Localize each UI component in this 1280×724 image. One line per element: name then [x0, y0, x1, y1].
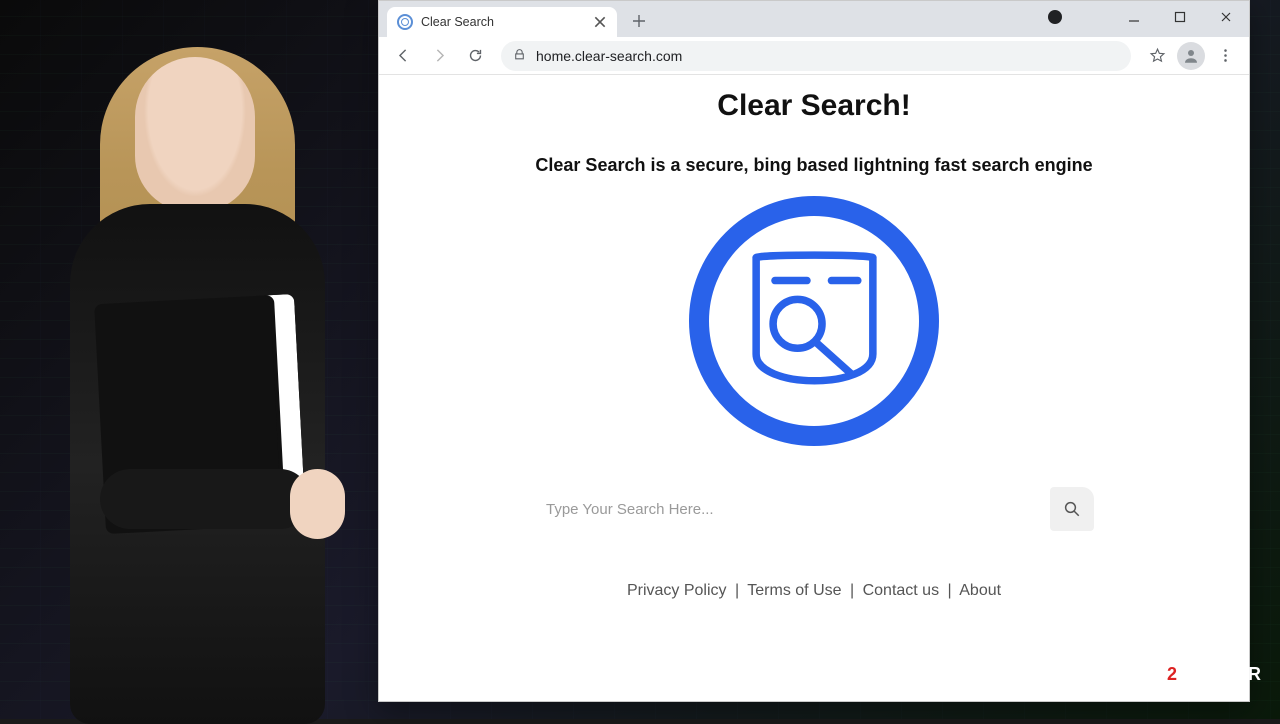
watermark: 2SPYWAR: [1167, 664, 1262, 685]
search-row: [534, 486, 1094, 532]
toolbar: home.clear-search.com: [379, 37, 1249, 75]
lock-icon: [513, 48, 526, 64]
plus-icon: [632, 14, 646, 28]
reload-icon: [467, 47, 484, 64]
tab-title: Clear Search: [421, 15, 585, 29]
browser-window: Clear Search: [378, 0, 1250, 702]
profile-button[interactable]: [1175, 40, 1207, 72]
star-icon: [1149, 47, 1166, 64]
logo: [689, 196, 939, 446]
privacy-link[interactable]: Privacy Policy: [627, 582, 727, 599]
separator: |: [948, 582, 952, 599]
menu-button[interactable]: [1209, 40, 1241, 72]
tab-clear-search[interactable]: Clear Search: [387, 7, 617, 37]
footer-links: Privacy Policy | Terms of Use | Contact …: [627, 582, 1001, 600]
bookmark-button[interactable]: [1141, 40, 1173, 72]
extension-indicator[interactable]: [1039, 1, 1071, 33]
new-tab-button[interactable]: [625, 7, 653, 35]
reload-button[interactable]: [459, 40, 491, 72]
toolbar-right: [1141, 40, 1241, 72]
tabs-strip: Clear Search: [379, 1, 1039, 37]
url-text: home.clear-search.com: [536, 48, 682, 64]
titlebar: Clear Search: [379, 1, 1249, 37]
forward-icon: [431, 47, 448, 64]
kebab-menu-icon: [1217, 47, 1234, 64]
close-tab-button[interactable]: [593, 15, 607, 29]
back-icon: [395, 47, 412, 64]
page-subtitle: Clear Search is a secure, bing based lig…: [535, 155, 1092, 176]
terms-link[interactable]: Terms of Use: [747, 582, 841, 599]
page-title: Clear Search!: [717, 89, 910, 123]
separator: |: [735, 582, 739, 599]
close-window-button[interactable]: [1203, 1, 1249, 33]
about-link[interactable]: About: [959, 582, 1001, 599]
close-icon: [1220, 11, 1232, 23]
close-icon: [593, 15, 607, 29]
person-illustration: [30, 39, 370, 719]
maximize-icon: [1174, 11, 1186, 23]
shield-dot-icon: [1048, 10, 1062, 24]
os-window-controls: [1039, 1, 1249, 37]
favicon-icon: [397, 14, 413, 30]
address-bar[interactable]: home.clear-search.com: [501, 41, 1131, 71]
back-button[interactable]: [387, 40, 419, 72]
minimize-button[interactable]: [1111, 1, 1157, 33]
minimize-icon: [1128, 11, 1140, 23]
maximize-button[interactable]: [1157, 1, 1203, 33]
forward-button[interactable]: [423, 40, 455, 72]
page-content: Clear Search! Clear Search is a secure, …: [379, 75, 1249, 701]
logo-inner-icon: [737, 241, 892, 401]
search-button[interactable]: [1050, 487, 1094, 531]
watermark-prefix: 2: [1167, 664, 1178, 684]
watermark-text: SPYWAR: [1178, 664, 1262, 684]
search-input[interactable]: [534, 486, 1038, 532]
separator: |: [850, 582, 854, 599]
contact-link[interactable]: Contact us: [863, 582, 939, 599]
avatar-icon: [1182, 47, 1200, 65]
search-icon: [1063, 500, 1081, 518]
